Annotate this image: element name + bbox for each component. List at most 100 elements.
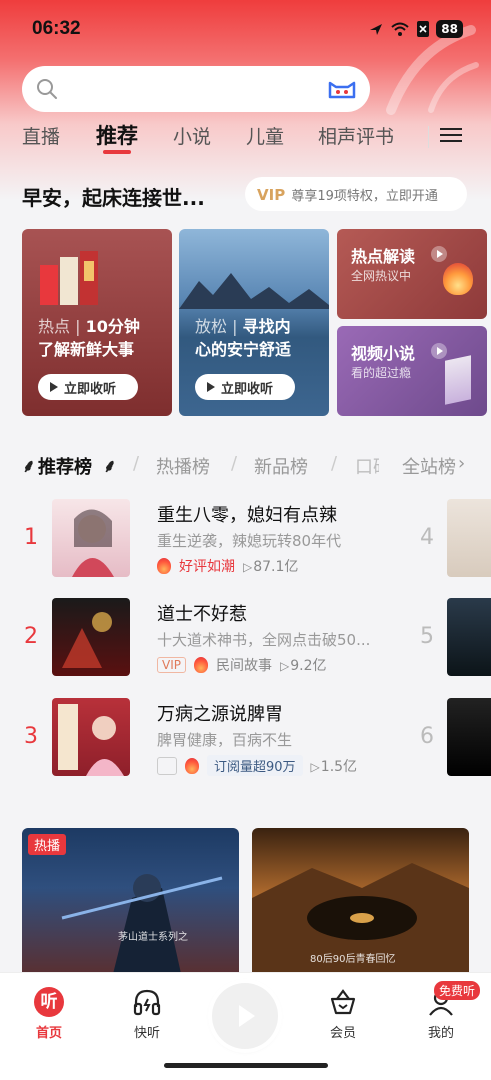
play-icon bbox=[431, 246, 447, 262]
rank-meta: VIP 民间故事 9.2亿 bbox=[157, 655, 326, 675]
rank-number-peek: 4 bbox=[420, 525, 434, 550]
free-listen-badge: 免费听 bbox=[434, 981, 481, 1000]
tab-novel[interactable]: 小说 bbox=[173, 122, 211, 149]
video-novel-title: 视频小说 bbox=[351, 344, 416, 363]
card-news[interactable]: 热点 | 10分钟 了解新鲜大事 立即收听 bbox=[22, 229, 172, 416]
rank-item-3[interactable]: 3 万病之源说脾胃 脾胃健康，百病不生 订阅量超90万 1.5亿 bbox=[0, 698, 420, 780]
rank-number: 3 bbox=[24, 724, 38, 749]
laurel-right-icon: ⸙ bbox=[103, 456, 117, 477]
cover-image bbox=[52, 499, 130, 577]
rank-number: 2 bbox=[24, 624, 38, 649]
category-tabs: 直播 推荐 小说 儿童 相声评书 bbox=[0, 118, 491, 164]
wifi-icon bbox=[391, 22, 409, 36]
tab-live[interactable]: 直播 bbox=[22, 122, 60, 149]
vip-banner-text: 尊享19项特权，立即开通 bbox=[291, 189, 438, 204]
relax-listen-button[interactable]: 立即收听 bbox=[195, 374, 295, 400]
nav-home[interactable]: 听 首页 bbox=[19, 987, 79, 1041]
flame-icon bbox=[443, 263, 473, 295]
status-bar: 06:32 88 bbox=[0, 0, 491, 58]
sim-icon bbox=[417, 21, 430, 37]
cover-image bbox=[52, 698, 130, 776]
tab-crosstalk[interactable]: 相声评书 bbox=[318, 122, 394, 149]
promo-left-subtitle: 茅山道士系列之 bbox=[118, 932, 188, 943]
crown-basket-icon bbox=[330, 989, 356, 1015]
mountains-image bbox=[179, 273, 329, 309]
rank-tab-all[interactable]: 全站榜 bbox=[402, 453, 456, 479]
cover-image bbox=[52, 598, 130, 676]
vip-banner[interactable]: VIP 尊享19项特权，立即开通 bbox=[245, 177, 467, 211]
play-count: 1.5亿 bbox=[311, 756, 357, 776]
card-news-title: 热点 | 10分钟 了解新鲜大事 bbox=[38, 317, 140, 359]
nav-me-label: 我的 bbox=[427, 1026, 454, 1041]
door-icon bbox=[445, 355, 471, 405]
gift-icon bbox=[157, 756, 177, 775]
video-novel-subtitle: 看的超过瘾 bbox=[351, 366, 412, 380]
tab-recommend[interactable]: 推荐 bbox=[96, 120, 138, 150]
rank-tab-reputation[interactable]: 口碑榜 bbox=[355, 453, 379, 479]
fire-icon bbox=[157, 558, 171, 574]
news-listen-button[interactable]: 立即收听 bbox=[38, 374, 138, 400]
promo-banner-right[interactable]: 80后90后青春回忆 bbox=[252, 828, 469, 978]
airplane-icon bbox=[370, 24, 383, 35]
tab-children[interactable]: 儿童 bbox=[246, 122, 284, 149]
battery-indicator: 88 bbox=[436, 20, 463, 38]
rank-title: 道士不好惹 bbox=[157, 604, 247, 625]
vip-label: VIP bbox=[257, 186, 286, 204]
promo-banner-left[interactable]: 热播 茅山道士系列之 bbox=[22, 828, 239, 978]
card-relax[interactable]: 放松 | 寻找内 心的安宁舒适 立即收听 bbox=[179, 229, 329, 416]
rank-item-2[interactable]: 2 道士不好惹 十大道术神书，全网点击破50... VIP 民间故事 9.2亿 bbox=[0, 598, 420, 680]
status-icons: 88 bbox=[368, 20, 463, 38]
cover-image-peek[interactable] bbox=[447, 499, 491, 577]
search-input[interactable] bbox=[66, 76, 306, 102]
rank-desc: 重生逆袭，辣媳玩转80年代 bbox=[157, 532, 342, 550]
vip-badge: VIP bbox=[157, 657, 186, 673]
active-tab-indicator bbox=[103, 150, 131, 154]
home-icon: 听 bbox=[34, 987, 64, 1017]
rank-number-peek: 5 bbox=[420, 624, 434, 649]
nav-member[interactable]: 会员 bbox=[313, 987, 373, 1041]
rank-tab-recommend[interactable]: 推荐榜 bbox=[38, 453, 92, 479]
search-bar[interactable] bbox=[22, 66, 370, 112]
greeting-text: 早安，起床连接世... bbox=[22, 186, 205, 210]
rank-desc: 十大道术神书，全网点击破50... bbox=[157, 631, 371, 649]
cover-image-peek[interactable] bbox=[447, 698, 491, 776]
warrior-image bbox=[61, 874, 223, 978]
rank-number-peek: 6 bbox=[420, 724, 434, 749]
promo-right-subtitle: 80后90后青春回忆 bbox=[310, 954, 396, 965]
ai-assistant-icon[interactable] bbox=[326, 77, 358, 101]
card-video-novel[interactable]: 视频小说 看的超过瘾 bbox=[337, 326, 487, 416]
play-count: 87.1亿 bbox=[243, 556, 298, 576]
divider: / bbox=[231, 453, 238, 474]
rank-tab-hot[interactable]: 热播榜 bbox=[156, 453, 210, 479]
rank-tabs: ⸙ 推荐榜 ⸙ / 热播榜 / 新品榜 / 口碑榜 全站榜 › bbox=[0, 450, 491, 480]
cover-image-peek[interactable] bbox=[447, 598, 491, 676]
hot-topics-title: 热点解读 bbox=[351, 247, 416, 266]
subscription-badge: 订阅量超90万 bbox=[207, 755, 303, 776]
rank-item-1[interactable]: 1 重生八零，媳妇有点辣 重生逆袭，辣媳玩转80年代 好评如潮 87.1亿 bbox=[0, 499, 420, 581]
card-hot-topics[interactable]: 热点解读 全网热议中 bbox=[337, 229, 487, 319]
rank-number: 1 bbox=[24, 525, 38, 550]
search-icon bbox=[37, 79, 57, 99]
hot-topics-subtitle: 全网热议中 bbox=[351, 269, 412, 283]
play-icon bbox=[431, 343, 447, 359]
status-time: 06:32 bbox=[32, 18, 81, 39]
headphones-icon bbox=[133, 989, 161, 1016]
rank-tab-new[interactable]: 新品榜 bbox=[254, 453, 308, 479]
menu-icon[interactable] bbox=[440, 124, 462, 146]
rank-meta: 好评如潮 87.1亿 bbox=[157, 556, 298, 576]
fire-icon bbox=[185, 757, 199, 774]
fire-icon bbox=[193, 657, 208, 673]
chevron-right-icon: › bbox=[458, 453, 466, 474]
nav-quick-listen[interactable]: 快听 bbox=[117, 987, 177, 1041]
books-icon bbox=[40, 251, 98, 305]
nav-member-label: 会员 bbox=[329, 1026, 356, 1041]
divider: / bbox=[133, 453, 140, 474]
tab-divider bbox=[428, 126, 429, 148]
laurel-left-icon: ⸙ bbox=[22, 456, 36, 477]
rank-title: 重生八零，媳妇有点辣 bbox=[157, 505, 337, 526]
praise-badge: 好评如潮 bbox=[179, 559, 235, 575]
player-play-button[interactable] bbox=[212, 983, 278, 1049]
category-label: 民间故事 bbox=[215, 658, 272, 674]
nav-quick-listen-label: 快听 bbox=[133, 1026, 160, 1041]
divider: / bbox=[331, 453, 338, 474]
